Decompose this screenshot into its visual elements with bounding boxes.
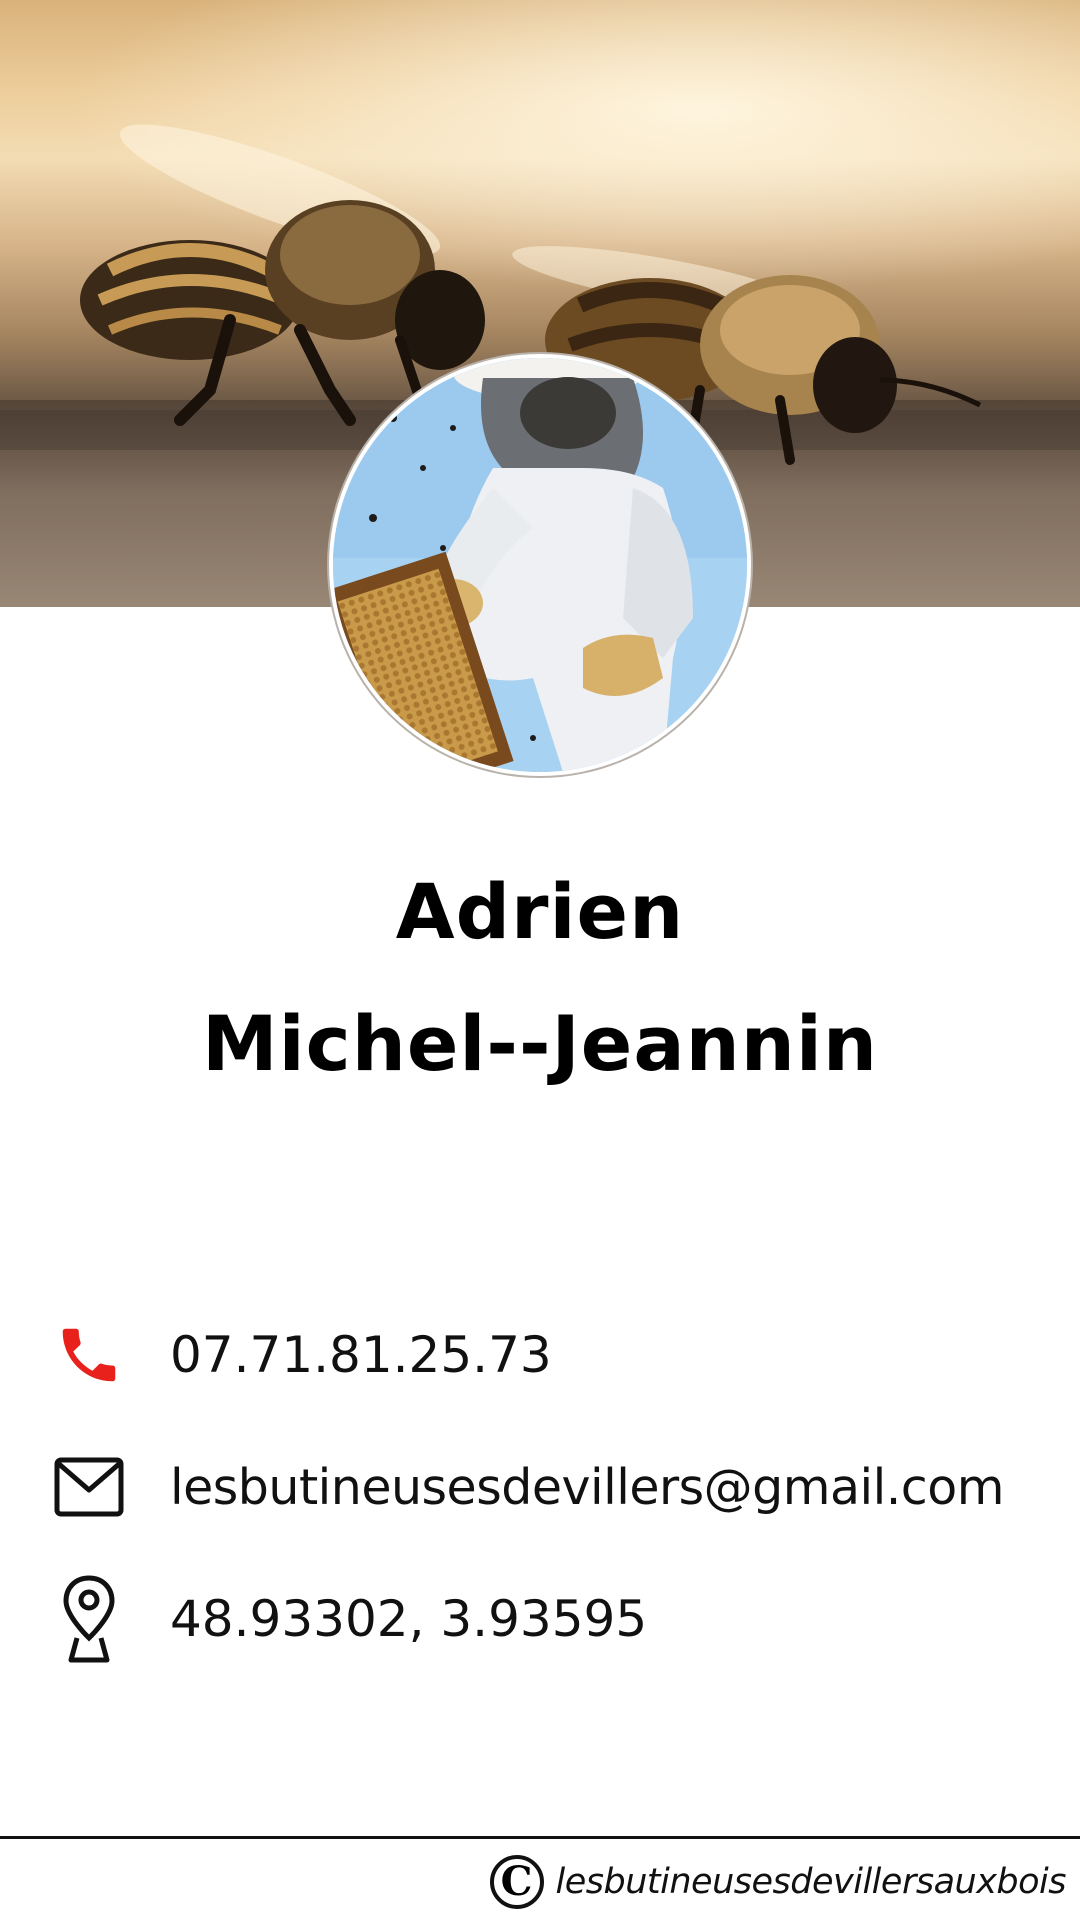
contact-location-row[interactable]: 48.93302, 3.93595: [0, 1564, 1080, 1674]
footer: C lesbutineusesdevillersauxbois: [489, 1852, 1067, 1912]
last-name: Michel--Jeannin: [202, 999, 878, 1088]
email-address[interactable]: lesbutineusesdevillers@gmail.com: [170, 1459, 1004, 1516]
profile-avatar: [333, 358, 747, 772]
first-name: Adrien: [395, 867, 685, 956]
copyright-icon: C: [489, 1855, 544, 1909]
mail-icon: [50, 1448, 128, 1526]
contact-phone-row[interactable]: 07.71.81.25.73: [0, 1300, 1080, 1410]
footer-site-name[interactable]: lesbutineusesdevillersauxbois: [556, 1862, 1067, 1902]
beekeeper-photo: [333, 358, 747, 772]
map-pin-icon: [50, 1575, 128, 1663]
phone-number[interactable]: 07.71.81.25.73: [170, 1326, 552, 1384]
bee-left: [80, 124, 485, 426]
footer-divider: [0, 1836, 1080, 1839]
location-coordinates[interactable]: 48.93302, 3.93595: [170, 1590, 647, 1648]
contact-email-row[interactable]: lesbutineusesdevillers@gmail.com: [0, 1432, 1080, 1542]
profile-name: Adrien Michel--Jeannin: [0, 846, 1080, 1110]
phone-icon: [50, 1316, 128, 1394]
